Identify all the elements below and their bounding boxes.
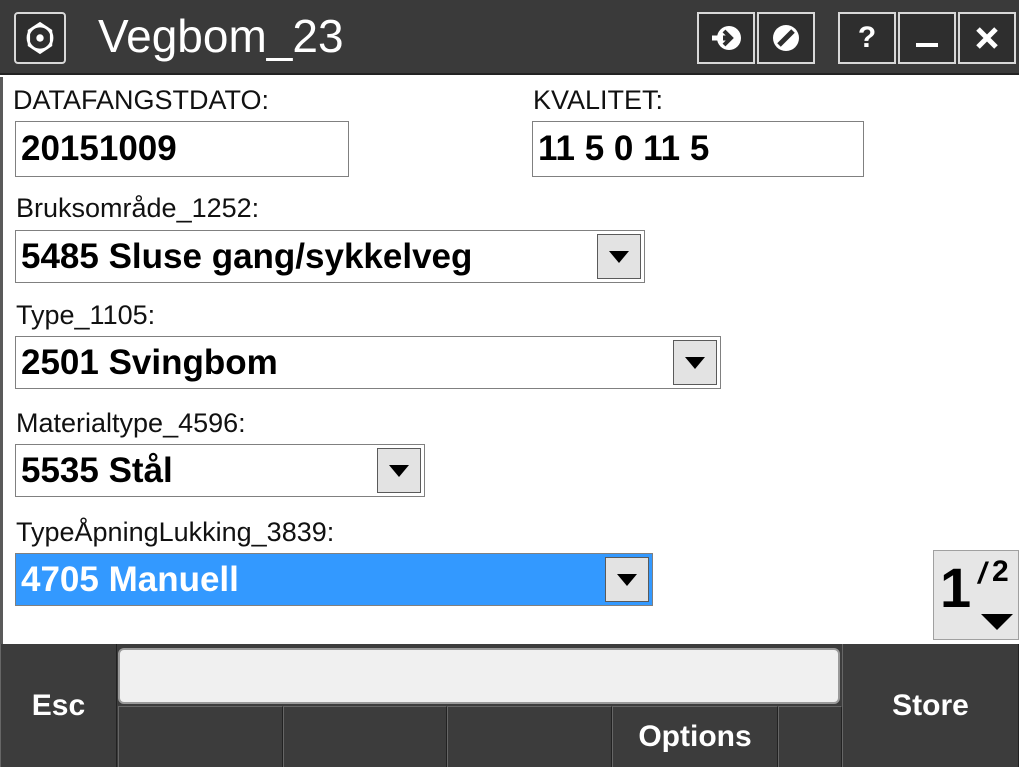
page-current: 1 <box>940 556 972 619</box>
bruksomrade-label: Bruksområde_1252: <box>16 193 260 223</box>
store-button[interactable]: Store <box>842 644 1019 767</box>
type-label: Type_1105: <box>16 300 156 330</box>
login-arrow-button[interactable] <box>697 12 755 64</box>
softkey-2[interactable] <box>283 706 447 767</box>
status-bar <box>118 648 840 704</box>
title-bar: Vegbom_23 ? <box>0 0 1019 75</box>
page-separator: / <box>978 557 987 590</box>
softkey-3[interactable] <box>447 706 612 767</box>
help-button[interactable]: ? <box>838 12 896 64</box>
softkey-5[interactable] <box>778 706 842 767</box>
minimize-button[interactable] <box>898 12 956 64</box>
datafangstdato-label: DATAFANGSTDATO: <box>13 85 270 115</box>
materialtype-dropdown[interactable]: 5535 Stål <box>15 444 425 497</box>
close-button[interactable] <box>958 12 1016 64</box>
materialtype-value: 5535 Stål <box>21 450 173 490</box>
minimize-icon <box>916 43 938 47</box>
esc-button[interactable]: Esc <box>0 644 117 767</box>
type-dropdown[interactable]: 2501 Svingbom <box>15 336 721 389</box>
bruksomrade-value: 5485 Sluse gang/sykkelveg <box>21 236 473 276</box>
softkey-toolbar: Esc Options Store <box>0 644 1019 767</box>
kvalitet-input[interactable]: 11 5 0 11 5 <box>532 121 864 177</box>
disable-button[interactable] <box>757 12 815 64</box>
page-down-arrow-icon <box>981 614 1013 630</box>
app-logo-icon[interactable] <box>14 12 66 64</box>
type-dropdown-button[interactable] <box>673 340 717 385</box>
help-label: ? <box>857 21 877 54</box>
chevron-down-icon <box>617 573 637 586</box>
page-total: 2 <box>992 555 1009 588</box>
enter-arrow-icon <box>712 26 741 50</box>
type-value: 2501 Svingbom <box>21 342 278 382</box>
window-title: Vegbom_23 <box>98 10 344 62</box>
bruksomrade-dropdown-button[interactable] <box>597 234 641 279</box>
chevron-down-icon <box>685 356 705 369</box>
chevron-down-icon <box>609 250 629 263</box>
form-area: DATAFANGSTDATO: 20151009 KVALITET: 11 5 … <box>0 77 1019 644</box>
close-icon <box>976 27 998 49</box>
typeapning-value: 4705 Manuell <box>21 559 239 599</box>
datafangstdato-input[interactable]: 20151009 <box>15 121 349 177</box>
next-page-button[interactable]: 1 / 2 <box>933 550 1019 640</box>
options-button[interactable]: Options <box>612 706 778 767</box>
typeapning-label: TypeÅpningLukking_3839: <box>16 517 335 547</box>
materialtype-label: Materialtype_4596: <box>16 408 246 438</box>
materialtype-dropdown-button[interactable] <box>377 448 421 493</box>
bruksomrade-dropdown[interactable]: 5485 Sluse gang/sykkelveg <box>15 230 645 283</box>
typeapning-dropdown[interactable]: 4705 Manuell <box>15 553 653 606</box>
softkey-1[interactable] <box>118 706 283 767</box>
chevron-down-icon <box>389 464 409 477</box>
typeapning-dropdown-button[interactable] <box>605 557 649 602</box>
prohibit-icon <box>773 25 799 51</box>
kvalitet-label: KVALITET: <box>533 85 664 115</box>
